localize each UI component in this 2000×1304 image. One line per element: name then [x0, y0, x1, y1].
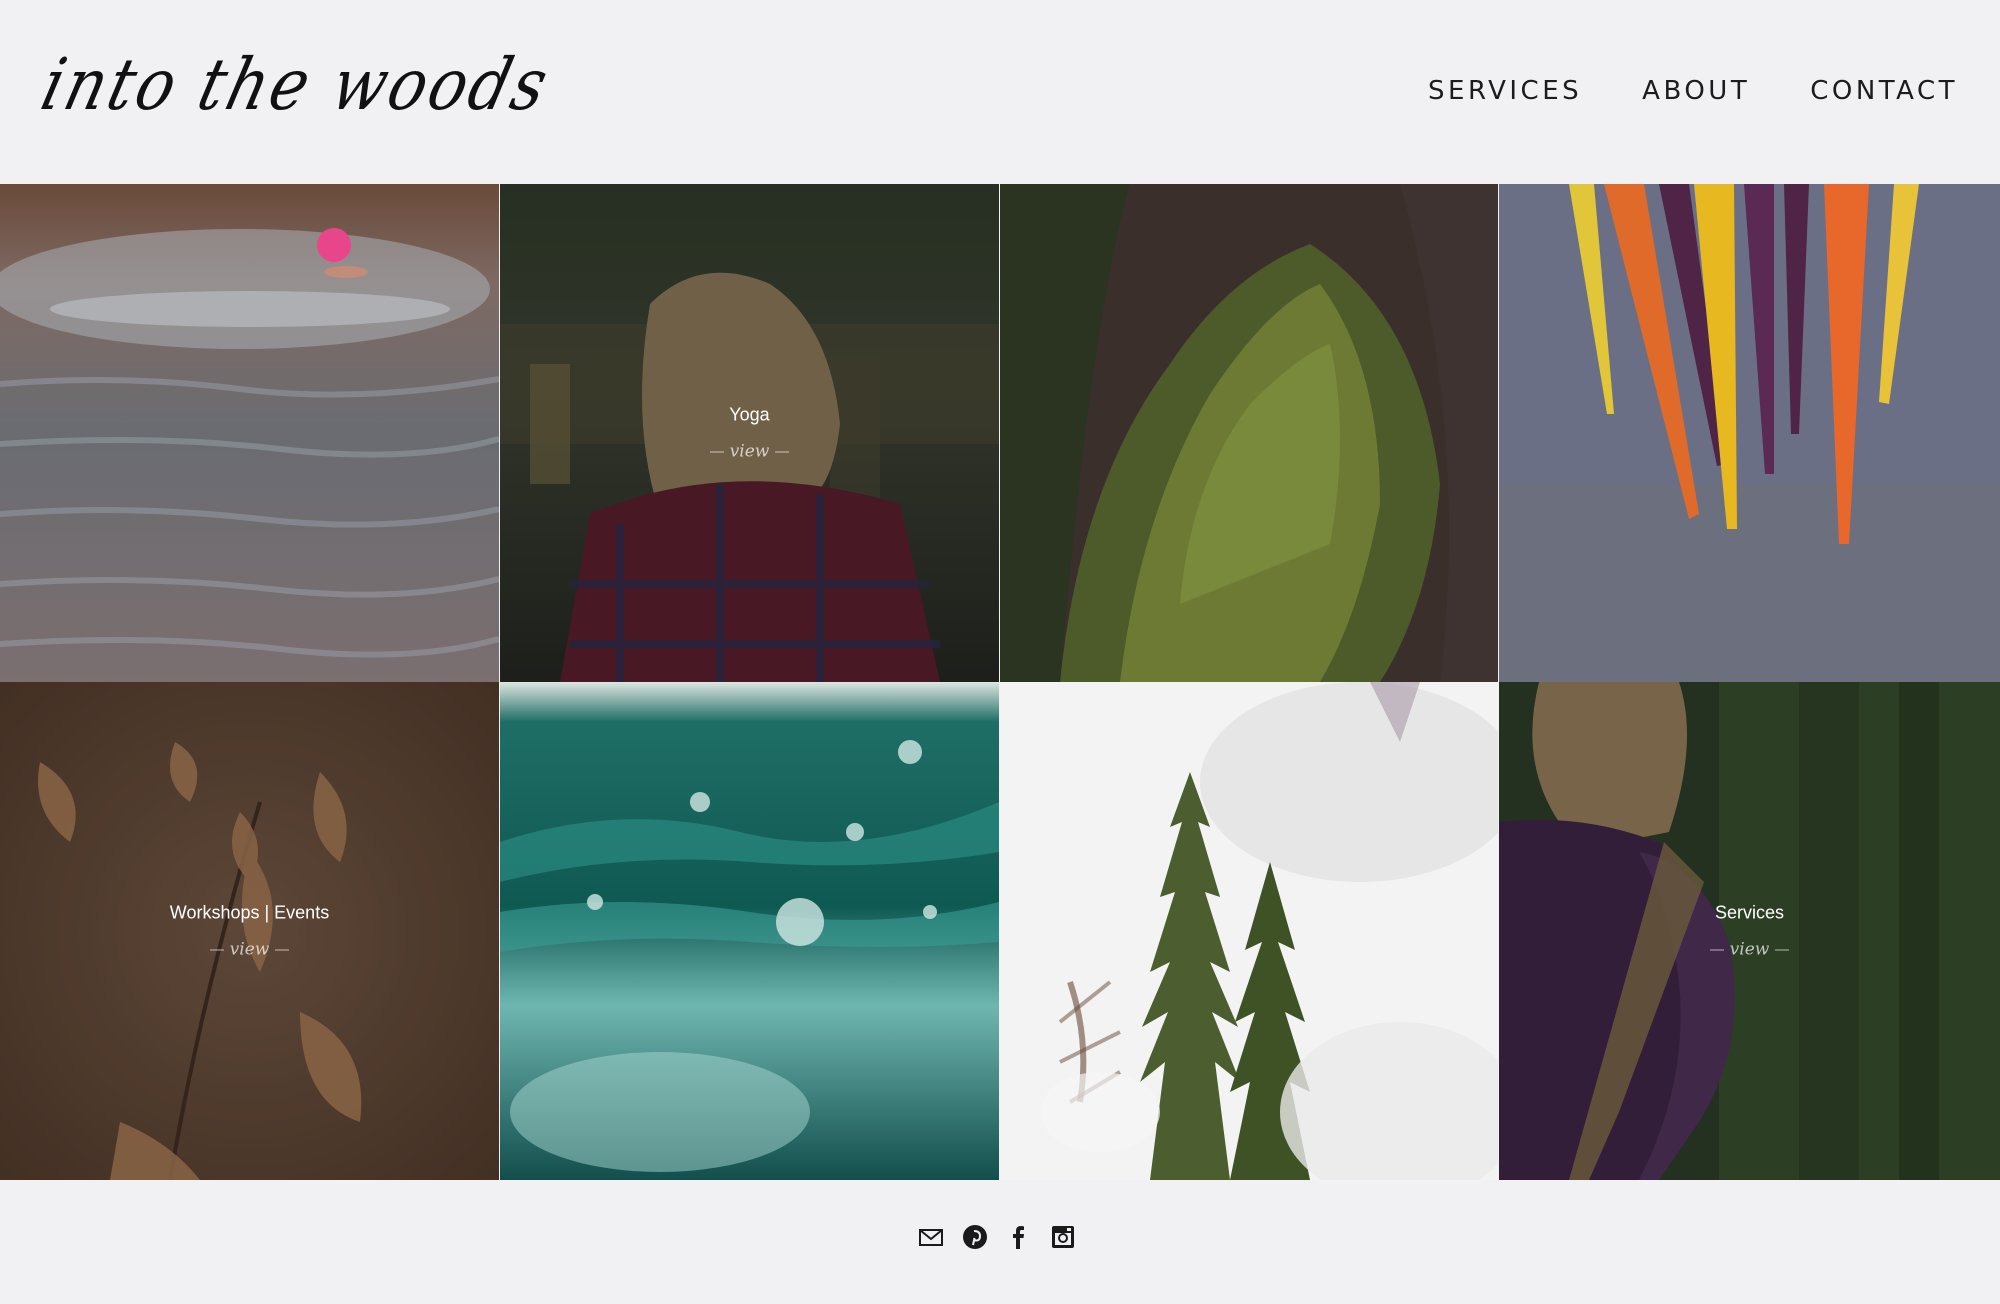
- main-nav: SERVICES ABOUT CONTACT: [1428, 76, 1958, 106]
- gallery-tile-yoga[interactable]: Yoga view: [500, 184, 999, 682]
- gallery-tile-carrots[interactable]: [1499, 184, 2000, 682]
- nav-contact[interactable]: CONTACT: [1810, 76, 1958, 106]
- social-links: [918, 1224, 1076, 1250]
- trees-image: [1000, 682, 1498, 1180]
- facebook-icon[interactable]: [1006, 1224, 1032, 1250]
- gallery-tile-moss[interactable]: [1000, 184, 1498, 682]
- nav-about[interactable]: ABOUT: [1642, 76, 1750, 106]
- tile-view-link[interactable]: view: [500, 442, 999, 462]
- tile-overlay: Workshops | Events view: [0, 903, 499, 960]
- instagram-icon[interactable]: [1050, 1224, 1076, 1250]
- gallery-tile-water[interactable]: [500, 682, 999, 1180]
- nav-services[interactable]: SERVICES: [1428, 76, 1582, 106]
- tile-view-link[interactable]: view: [1499, 940, 2000, 960]
- carrots-image: [1499, 184, 2000, 682]
- water-image: [500, 682, 999, 1180]
- site-logo[interactable]: into the woods: [34, 43, 559, 127]
- site-header: into the woods SERVICES ABOUT CONTACT: [0, 0, 2000, 184]
- pinterest-icon[interactable]: [962, 1224, 988, 1250]
- gallery-tile-workshops[interactable]: Workshops | Events view: [0, 682, 499, 1180]
- tile-title: Workshops | Events: [169, 902, 330, 923]
- swimmer-image: [0, 184, 499, 682]
- gallery-tile-trees[interactable]: [1000, 682, 1498, 1180]
- gallery-tile-swimmer[interactable]: [0, 184, 499, 682]
- tile-overlay: Services view: [1499, 903, 2000, 960]
- tile-overlay: Yoga view: [500, 405, 999, 462]
- mail-icon[interactable]: [918, 1224, 944, 1250]
- tile-title: Yoga: [729, 404, 770, 425]
- gallery-tile-services[interactable]: Services view: [1499, 682, 2000, 1180]
- tile-title: Services: [1714, 902, 1785, 923]
- tile-view-link[interactable]: view: [0, 940, 499, 960]
- gallery-grid: Yoga view Workshops | Events view Servic…: [0, 184, 2000, 1180]
- moss-image: [1000, 184, 1498, 682]
